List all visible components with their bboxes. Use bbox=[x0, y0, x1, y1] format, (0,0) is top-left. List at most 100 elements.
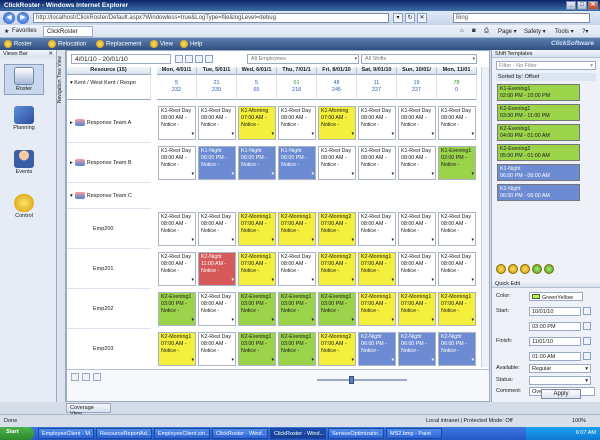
shift-cell[interactable]: K2-Morning1 07:00 AM - Notice - ▾ bbox=[358, 252, 396, 286]
shift-dropdown-icon[interactable]: ▾ bbox=[311, 277, 314, 284]
shift-cell[interactable]: K2-Night 06:00 PM - Notice - ▾ bbox=[438, 332, 476, 366]
shift-cell[interactable]: K1-Rest Day 08:00 AM - Notice - ▾ bbox=[278, 106, 316, 140]
shift-dropdown-icon[interactable]: ▾ bbox=[471, 357, 474, 364]
shift-cell[interactable]: K1-Night 06:00 PM - Notice - ▾ bbox=[278, 146, 316, 180]
shift-dropdown-icon[interactable]: ▾ bbox=[311, 357, 314, 364]
shift-dropdown-icon[interactable]: ▾ bbox=[351, 131, 354, 138]
shift-cell[interactable]: K2-Evening1 03:00 PM - Notice - ▾ bbox=[278, 292, 316, 326]
expand-toggle-icon[interactable]: ▸ bbox=[70, 160, 73, 166]
team-row-label[interactable]: ▸ Response Team A bbox=[67, 103, 151, 143]
employee-row-label[interactable]: Emp203 bbox=[67, 329, 151, 367]
shift-cell[interactable]: K1-Rest Day 08:00 AM - Notice - ▾ bbox=[398, 146, 436, 180]
shift-dropdown-icon[interactable]: ▾ bbox=[191, 317, 194, 324]
day-header[interactable]: Mon, 11/01 bbox=[437, 67, 477, 75]
shift-cell[interactable]: K1-Night 06:00 PM - Notice - ▾ bbox=[238, 146, 276, 180]
roster-menu[interactable]: Roster bbox=[4, 40, 32, 48]
start-time-picker-icon[interactable] bbox=[583, 322, 591, 330]
shift-cell[interactable]: K2-Rest Day 08:00 AM - Notice - ▾ bbox=[438, 212, 476, 246]
resource-header[interactable]: Resource (15) bbox=[67, 67, 151, 75]
taskbar-task[interactable]: ServiceOptimizatio... bbox=[328, 428, 384, 439]
shift-dropdown-icon[interactable]: ▾ bbox=[271, 171, 274, 178]
finish-time-input[interactable]: 01:00 AM bbox=[529, 352, 581, 361]
shift-dropdown-icon[interactable]: ▾ bbox=[271, 237, 274, 244]
relocation-menu[interactable]: Relocation bbox=[48, 40, 86, 48]
shift-cell[interactable]: K2-Morning1 07:00 AM - Notice - ▾ bbox=[398, 292, 436, 326]
view-menu[interactable]: View bbox=[150, 40, 173, 48]
shift-cell[interactable]: K2-Rest Day 08:00 AM - Notice - ▾ bbox=[398, 212, 436, 246]
day-header[interactable]: Fri, 8/01/10 bbox=[317, 67, 357, 75]
shift-dropdown-icon[interactable]: ▾ bbox=[191, 237, 194, 244]
shift-dropdown-icon[interactable]: ▾ bbox=[431, 237, 434, 244]
url-input[interactable]: http://localhost/ClickRoster/Default.asp… bbox=[33, 13, 389, 23]
shift-cell[interactable]: K2-Night 06:00 PM - Notice - ▾ bbox=[398, 332, 436, 366]
available-select[interactable]: Regular ▾ bbox=[529, 364, 591, 373]
employee-row-label[interactable]: Emp202 bbox=[67, 289, 151, 329]
help-app-menu[interactable]: Help bbox=[180, 40, 202, 48]
shift-dropdown-icon[interactable]: ▾ bbox=[391, 131, 394, 138]
shift-dropdown-icon[interactable]: ▾ bbox=[231, 171, 234, 178]
sorted-by[interactable]: Sorted by: Offset bbox=[496, 73, 596, 81]
shift-cell[interactable]: K2-Night 06:00 PM - Notice - ▾ bbox=[358, 332, 396, 366]
start-button[interactable]: Start bbox=[0, 427, 34, 440]
shift-dropdown-icon[interactable]: ▾ bbox=[351, 317, 354, 324]
shift-dropdown-icon[interactable]: ▾ bbox=[311, 317, 314, 324]
zoom-slider-handle[interactable] bbox=[349, 376, 354, 384]
forward-icon[interactable]: ▶ bbox=[17, 12, 29, 24]
shift-dropdown-icon[interactable]: ▾ bbox=[271, 357, 274, 364]
print-icon[interactable]: ⎙ bbox=[484, 28, 489, 35]
taskbar-task[interactable]: EmployeeClient - M... bbox=[38, 428, 94, 439]
grid-settings-icon[interactable] bbox=[71, 373, 79, 381]
shift-dropdown-icon[interactable]: ▾ bbox=[391, 277, 394, 284]
shift-dropdown-icon[interactable]: ▾ bbox=[311, 237, 314, 244]
shift-cell[interactable]: K1-Rest Day 08:00 AM - Notice - ▾ bbox=[158, 106, 196, 140]
help-menu[interactable]: ?▾ bbox=[582, 28, 588, 35]
shift-cell[interactable]: K1-Rest Day 08:00 AM - Notice - ▾ bbox=[318, 146, 356, 180]
shift-dropdown-icon[interactable]: ▾ bbox=[271, 317, 274, 324]
shift-cell[interactable]: K2-Rest Day 08:00 AM - Notice - ▾ bbox=[198, 332, 236, 366]
shift-cell[interactable]: K1-Morning 07:00 AM - Notice - ▾ bbox=[318, 106, 356, 140]
shift-dropdown-icon[interactable]: ▾ bbox=[231, 237, 234, 244]
coverage-view-tab[interactable]: Coverage View bbox=[66, 403, 111, 417]
shift-dropdown-icon[interactable]: ▾ bbox=[471, 317, 474, 324]
warning-icon[interactable] bbox=[93, 373, 101, 381]
shift-dropdown-icon[interactable]: ▾ bbox=[471, 237, 474, 244]
date-range-field[interactable]: 4/01/10 - 20/01/10 bbox=[71, 54, 171, 64]
shift-template-item[interactable]: K2-Evening1 03:00 PM - 11:00 PM bbox=[497, 104, 580, 121]
shift-cell[interactable]: K1-Rest Day 08:00 AM - Notice - ▾ bbox=[358, 146, 396, 180]
shift-dropdown-icon[interactable]: ▾ bbox=[191, 277, 194, 284]
compat-icon[interactable]: ▾ bbox=[393, 13, 403, 23]
maximize-button[interactable]: □ bbox=[577, 1, 587, 10]
page-menu[interactable]: Page ▾ bbox=[498, 28, 517, 35]
shift-dropdown-icon[interactable]: ▾ bbox=[271, 131, 274, 138]
shift-dropdown-icon[interactable]: ▾ bbox=[231, 317, 234, 324]
shift-cell[interactable]: K2-Rest Day 08:00 AM - Notice - ▾ bbox=[438, 252, 476, 286]
shift-dropdown-icon[interactable]: ▾ bbox=[391, 171, 394, 178]
shift-dropdown-icon[interactable]: ▾ bbox=[431, 131, 434, 138]
finish-date-input[interactable]: 11/01/10 bbox=[529, 337, 581, 346]
view-events[interactable]: Events bbox=[4, 150, 44, 175]
next-period-icon[interactable] bbox=[185, 55, 193, 63]
color-select[interactable]: GreenYellow bbox=[529, 292, 583, 301]
shift-cell[interactable]: K2-Morning1 07:00 AM - Notice - ▾ bbox=[238, 252, 276, 286]
shift-cell[interactable]: K1-Evening1 02:00 PM - Notice - ▾ bbox=[438, 146, 476, 180]
shift-dropdown-icon[interactable]: ▾ bbox=[351, 171, 354, 178]
browser-tab[interactable]: ClickRoster bbox=[43, 26, 93, 37]
zoom-level[interactable]: 100% bbox=[572, 418, 586, 424]
shift-dropdown-icon[interactable]: ▾ bbox=[391, 317, 394, 324]
shift-cell[interactable]: K1-Rest Day 08:00 AM - Notice - ▾ bbox=[358, 106, 396, 140]
taskbar-task[interactable]: ClickRoster - Wind... bbox=[212, 428, 268, 439]
shift-cell[interactable]: K1-Rest Day 08:00 AM - Notice - ▾ bbox=[198, 106, 236, 140]
shift-dropdown-icon[interactable]: ▾ bbox=[431, 277, 434, 284]
feeds-icon[interactable]: ◙ bbox=[472, 28, 476, 34]
start-time-input[interactable]: 03:00 PM bbox=[529, 322, 581, 331]
shift-cell[interactable]: K2-Rest Day 08:00 AM - Notice - ▾ bbox=[198, 292, 236, 326]
shift-cell[interactable]: K2-Morning2 07:00 AM - Notice - ▾ bbox=[318, 212, 356, 246]
shift-dropdown-icon[interactable]: ▾ bbox=[431, 171, 434, 178]
shift-dropdown-icon[interactable]: ▾ bbox=[231, 357, 234, 364]
taskbar-task[interactable]: MS2.bmp - Paint bbox=[386, 428, 442, 439]
roster-vertical-scrollbar[interactable] bbox=[481, 67, 489, 367]
shift-dropdown-icon[interactable]: ▾ bbox=[191, 131, 194, 138]
add-template-icon[interactable] bbox=[496, 264, 506, 274]
employee-row-label[interactable]: Emp200 bbox=[67, 209, 151, 249]
check-icon[interactable] bbox=[82, 373, 90, 381]
